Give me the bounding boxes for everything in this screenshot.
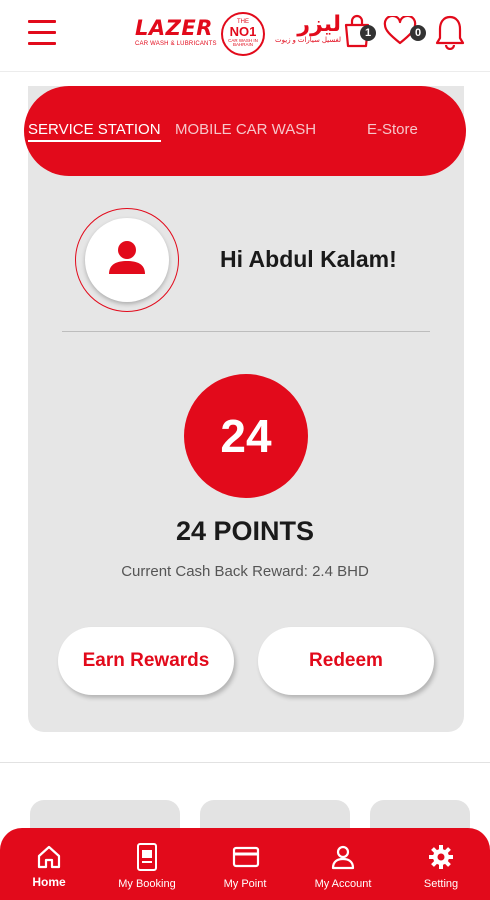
- points-label: 24 POINTS: [175, 516, 315, 546]
- wishlist-count-badge: 0: [410, 25, 426, 41]
- brand-logo: LAZER CAR WASH & LUBRICANTS THE NO1 CAR …: [135, 12, 341, 56]
- points-badge: 24: [184, 374, 308, 498]
- greeting-text: Hi Abdul Kalam!: [220, 246, 397, 272]
- earn-rewards-button[interactable]: Earn Rewards: [58, 627, 234, 695]
- nav-home[interactable]: Home: [0, 828, 98, 900]
- app-header: LAZER CAR WASH & LUBRICANTS THE NO1 CAR …: [0, 0, 490, 72]
- user-icon: [331, 845, 355, 870]
- tab-mobile-car-wash[interactable]: MOBILE CAR WASH: [175, 121, 316, 138]
- avatar[interactable]: [75, 208, 179, 312]
- tab-service-station[interactable]: SERVICE STATION: [28, 121, 161, 142]
- booking-icon: [137, 843, 157, 871]
- home-icon: [37, 845, 61, 869]
- cart-count-badge: 1: [360, 25, 376, 41]
- wishlist-button[interactable]: 0: [383, 14, 426, 51]
- tab-e-store[interactable]: E-Store: [367, 121, 418, 138]
- card-icon: [232, 846, 260, 868]
- nav-my-booking[interactable]: My Booking: [98, 828, 196, 900]
- no1-seal: THE NO1 CAR WASH IN BAHRAIN: [221, 12, 265, 56]
- cart-button[interactable]: 1: [343, 14, 376, 53]
- bell-icon: [435, 15, 465, 51]
- redeem-button[interactable]: Redeem: [258, 627, 434, 695]
- cashback-text: Current Cash Back Reward: 2.4 BHD: [121, 563, 369, 580]
- divider: [62, 331, 430, 332]
- service-tabs: SERVICE STATION MOBILE CAR WASH E-Store: [24, 86, 466, 176]
- section-divider: [0, 762, 490, 763]
- bottom-navigation: Home My Booking My Point My Account Sett…: [0, 828, 490, 900]
- logo-english: LAZER CAR WASH & LUBRICANTS: [135, 16, 217, 48]
- logo-arabic: ليزر لغسيل سيارات و زيوت: [275, 12, 341, 45]
- nav-setting[interactable]: Setting: [392, 828, 490, 900]
- gear-icon: [429, 845, 453, 869]
- nav-my-point[interactable]: My Point: [196, 828, 294, 900]
- menu-icon[interactable]: [28, 20, 56, 46]
- notifications-button[interactable]: [434, 14, 466, 55]
- user-avatar-icon: [109, 241, 145, 274]
- nav-my-account[interactable]: My Account: [294, 828, 392, 900]
